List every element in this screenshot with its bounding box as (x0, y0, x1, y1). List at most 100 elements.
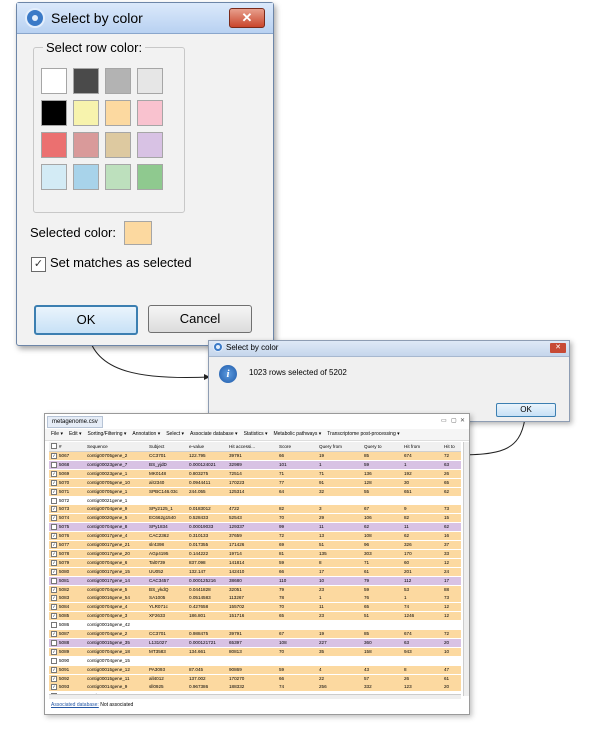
color-swatch[interactable] (73, 100, 99, 126)
menu-item[interactable]: File ▾ (51, 431, 63, 437)
column-header[interactable]: e-value (189, 442, 227, 451)
vertical-scrollbar[interactable] (463, 442, 469, 696)
table-row[interactable]: 5086 contig00016gene_42 (49, 621, 461, 630)
row-checkbox[interactable] (51, 577, 57, 584)
menu-item[interactable]: Metabolic pathways ▾ (273, 431, 321, 437)
color-swatch[interactable] (105, 132, 131, 158)
column-header[interactable]: Hit accessi... (229, 442, 277, 451)
row-checkbox[interactable]: ✓ (51, 604, 57, 611)
column-header[interactable]: Query to (364, 442, 402, 451)
row-checkbox[interactable] (51, 524, 57, 531)
close-button[interactable]: ✕ (229, 8, 265, 28)
ok-button[interactable]: OK (34, 305, 138, 335)
result-close-button[interactable]: ✕ (550, 343, 566, 353)
color-swatch[interactable] (105, 68, 131, 94)
table-row[interactable]: ✓ 5087 contig00704gene_2 CC3701 0.988475 3979… (49, 630, 461, 638)
table-row[interactable]: 5068 contig00023gene_7 BS_yjdD 0.000124021 3… (49, 460, 461, 469)
header-checkbox[interactable] (51, 443, 57, 449)
menu-item[interactable]: Associate database ▾ (190, 431, 238, 437)
row-checkbox[interactable]: ✓ (51, 533, 57, 540)
color-swatch[interactable] (105, 164, 131, 190)
table-row[interactable]: ✓ 5084 contig00704gene_4 YLR071c 0.427658 155… (49, 603, 461, 612)
table-row[interactable]: ✓ 5077 contig00017gene_21 slr4398 0.017355 17… (49, 541, 461, 549)
table-row[interactable]: ✓ 5085 contig00704gene_3 XF2633 186.801 15171… (49, 612, 461, 621)
column-header[interactable]: # (59, 442, 85, 451)
menu-item[interactable]: Annotation ▾ (132, 431, 160, 437)
row-checkbox[interactable]: ✓ (51, 488, 57, 495)
row-checkbox[interactable]: ✓ (51, 453, 57, 459)
table-row[interactable]: ✓ 5067 contig00705gene_2 CC3701 122.795 39791… (49, 452, 461, 460)
row-checkbox[interactable]: ✓ (51, 631, 57, 637)
table-row[interactable]: ✓ 5091 contig00015gene_12 PA3093 87.045 90869… (49, 665, 461, 674)
row-checkbox[interactable]: ✓ (51, 675, 57, 682)
column-header[interactable]: Subject (149, 442, 187, 451)
menu-item[interactable]: Sorting/Filtering ▾ (87, 431, 126, 437)
table-row[interactable]: 5090 contig00704gene_15 (49, 656, 461, 665)
table-row[interactable]: ✓ 5083 contig00016gene_54 SA1005 0.0514583 11… (49, 594, 461, 603)
column-header[interactable]: Hit to (444, 442, 461, 451)
color-swatch[interactable] (73, 68, 99, 94)
close-icon[interactable]: ✕ (460, 417, 465, 424)
row-checkbox[interactable]: ✓ (51, 586, 57, 593)
table-row[interactable]: 5075 contig00704gene_8 SPy1834 0.00019033 12… (49, 523, 461, 532)
minimize-icon[interactable]: ▭ (441, 417, 447, 424)
column-header[interactable]: Hit from (404, 442, 442, 451)
column-header[interactable]: Sequence (87, 442, 147, 451)
row-checkbox[interactable]: ✓ (51, 506, 57, 513)
table-row[interactable]: ✓ 5073 contig00704gene_9 SPy2125_1 0.0183012… (49, 505, 461, 514)
table-row[interactable]: ✓ 5093 contig00014gene_9 sll0925 0.967386 188… (49, 683, 461, 692)
color-swatch[interactable] (73, 132, 99, 158)
row-checkbox[interactable]: ✓ (51, 595, 57, 602)
row-checkbox[interactable] (51, 461, 57, 468)
row-checkbox[interactable]: ✓ (51, 568, 57, 575)
table-row[interactable]: ✓ 5082 contig00704gene_5 BS_ykdQ 0.0441828 32… (49, 585, 461, 594)
table-row[interactable]: 5088 contig00015gene_35 L131027 0.000121721… (49, 638, 461, 647)
cancel-button[interactable]: Cancel (148, 305, 252, 333)
color-swatch[interactable] (137, 100, 163, 126)
row-checkbox[interactable] (51, 497, 57, 504)
horizontal-scrollbar[interactable] (49, 694, 461, 699)
table-row[interactable]: ✓ 5080 contig00017gene_15 UU052 132.147 14241… (49, 567, 461, 576)
table-row[interactable]: ✓ 5089 contig00704gene_18 MT3583 134.661 8081… (49, 647, 461, 656)
color-swatch[interactable] (41, 164, 67, 190)
row-checkbox[interactable]: ✓ (51, 684, 57, 691)
column-header[interactable]: Score (279, 442, 317, 451)
table-row[interactable]: ✓ 5069 contig00023gene_1 MK0148 0.803275 7251… (49, 469, 461, 478)
color-swatch[interactable] (41, 132, 67, 158)
set-matches-label[interactable]: Set matches as selected (50, 255, 192, 270)
column-header[interactable]: Query from (319, 442, 362, 451)
table-row[interactable]: 5081 contig00017gene_14 CAC3457 0.000125216… (49, 576, 461, 585)
table-row[interactable]: 5072 contig00021gene_1 (49, 496, 461, 505)
associated-database-link[interactable]: Associated database: (51, 702, 99, 708)
table-row[interactable]: ✓ 5074 contig00020gene_5 EC662g1540 0.528433… (49, 514, 461, 523)
color-swatch[interactable] (41, 68, 67, 94)
table-row[interactable]: ✓ 5078 contig00017gene_20 AGp4195 0.144222 19… (49, 549, 461, 558)
row-checkbox[interactable] (51, 622, 57, 629)
color-swatch[interactable] (137, 132, 163, 158)
row-checkbox[interactable]: ✓ (51, 542, 57, 548)
color-swatch[interactable] (73, 164, 99, 190)
color-swatch[interactable] (105, 100, 131, 126)
row-checkbox[interactable]: ✓ (51, 559, 57, 566)
menu-item[interactable]: Edit ▾ (69, 431, 82, 437)
color-swatch[interactable] (137, 164, 163, 190)
row-checkbox[interactable]: ✓ (51, 613, 57, 620)
result-ok-button[interactable]: OK (496, 403, 556, 417)
color-swatch[interactable] (41, 100, 67, 126)
row-checkbox[interactable]: ✓ (51, 479, 57, 486)
row-checkbox[interactable]: ✓ (51, 515, 57, 522)
table-row[interactable]: ✓ 5071 contig00705gene_1 SPBC146.03c 244.055… (49, 487, 461, 496)
row-checkbox[interactable]: ✓ (51, 470, 57, 477)
row-checkbox[interactable]: ✓ (51, 666, 57, 673)
table-row[interactable]: ✓ 5092 contig00015gene_11 all4012 137.002 170… (49, 674, 461, 683)
menu-item[interactable]: Statistics ▾ (244, 431, 268, 437)
menu-item[interactable]: Select ▾ (166, 431, 184, 437)
table-row[interactable]: ✓ 5079 contig00704gene_6 Tal0739 837.098 1418… (49, 558, 461, 567)
set-matches-checkbox[interactable]: ✓ (31, 257, 46, 272)
row-checkbox[interactable] (51, 639, 57, 646)
table-row[interactable]: ✓ 5076 contig00017gene_4 CAC2362 0.310133 376… (49, 532, 461, 541)
row-checkbox[interactable]: ✓ (51, 550, 57, 557)
color-swatch[interactable] (137, 68, 163, 94)
table-row[interactable]: ✓ 5070 contig00705gene_10 alr2340 0.0944411 1… (49, 478, 461, 487)
row-checkbox[interactable]: ✓ (51, 648, 57, 655)
